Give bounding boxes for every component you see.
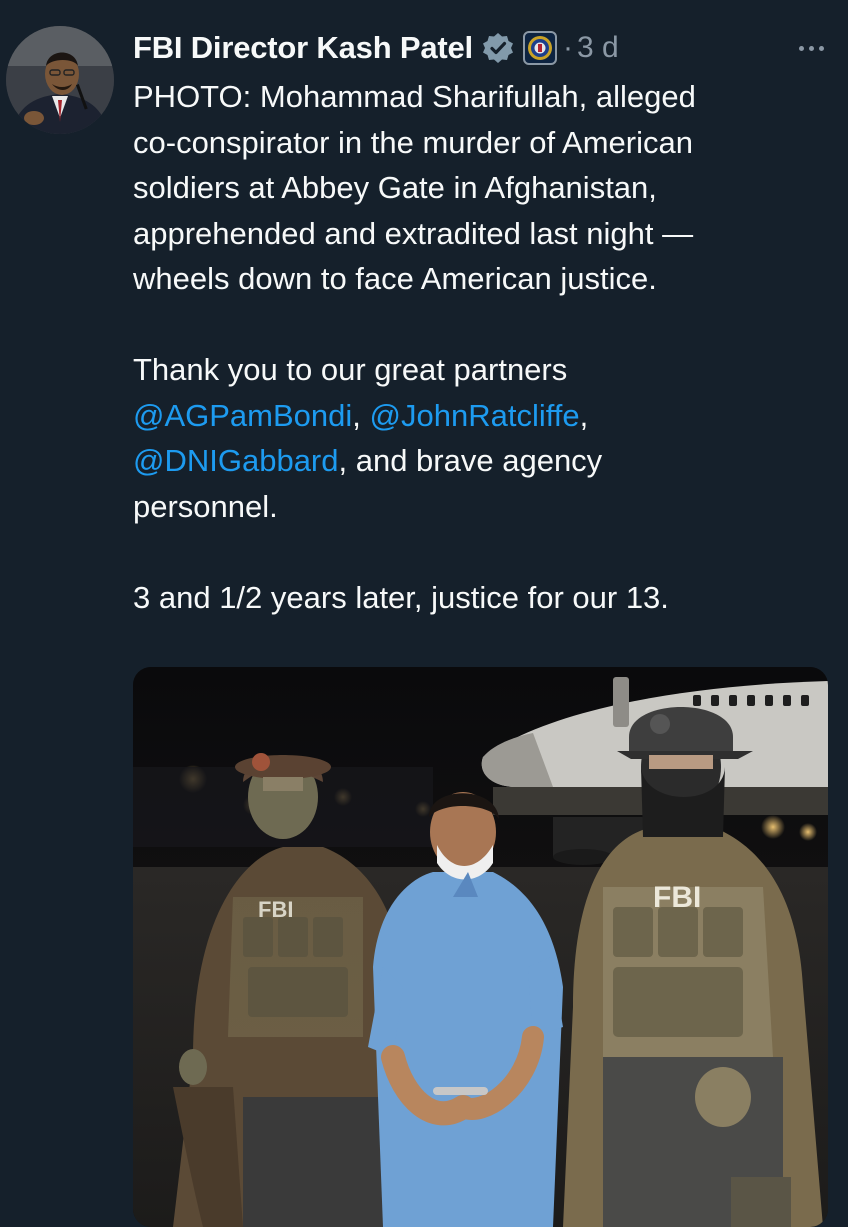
tweet-line: @DNIGabbard, and brave agency — [133, 438, 833, 484]
tweet-line: Thank you to our great partners — [133, 352, 568, 387]
author-avatar[interactable] — [6, 26, 114, 134]
mention-link[interactable]: @DNIGabbard — [133, 443, 339, 478]
tweet-line: 3 and 1/2 years later, justice for our 1… — [133, 579, 669, 615]
tweet-line: @AGPamBondi, @JohnRatcliffe, — [133, 393, 833, 439]
tweet-line: PHOTO: Mohammad Sharifullah, alleged — [133, 79, 696, 114]
avatar-image — [6, 26, 114, 134]
tweet-text: PHOTO: Mohammad Sharifullah, alleged co-… — [133, 74, 833, 620]
tweet-text-fragment: , — [352, 397, 370, 433]
tweet-photo[interactable]: FBI FBI — [133, 667, 828, 1227]
time-separator: · — [562, 31, 573, 64]
author-name[interactable]: FBI Director Kash Patel — [133, 30, 473, 66]
fbi-seal-icon[interactable] — [522, 31, 557, 65]
tweet-line: soldiers at Abbey Gate in Afghanistan, — [133, 170, 657, 205]
tweet-header: FBI Director Kash Patel · 3 d — [133, 26, 828, 70]
tweet-line: co-conspirator in the murder of American — [133, 124, 693, 160]
tweet-line: wheels down to face American justice. — [133, 261, 657, 296]
tweet-timestamp[interactable]: 3 d — [577, 31, 619, 65]
mention-link[interactable]: @JohnRatcliffe — [370, 398, 580, 433]
tweet-line: apprehended and extradited last night — — [133, 215, 694, 251]
agent-vest-label: FBI — [258, 897, 293, 922]
tweet-text-fragment: , — [579, 397, 589, 433]
verified-badge-icon[interactable] — [481, 31, 515, 65]
tweet-line: personnel. — [133, 488, 278, 524]
mention-link[interactable]: @AGPamBondi — [133, 398, 352, 433]
more-horizontal-icon[interactable] — [799, 45, 828, 51]
tweet-text-fragment: , and brave agency — [338, 443, 603, 478]
agent-chest-label: FBI — [653, 881, 701, 914]
photo-image: FBI FBI — [133, 667, 828, 1227]
